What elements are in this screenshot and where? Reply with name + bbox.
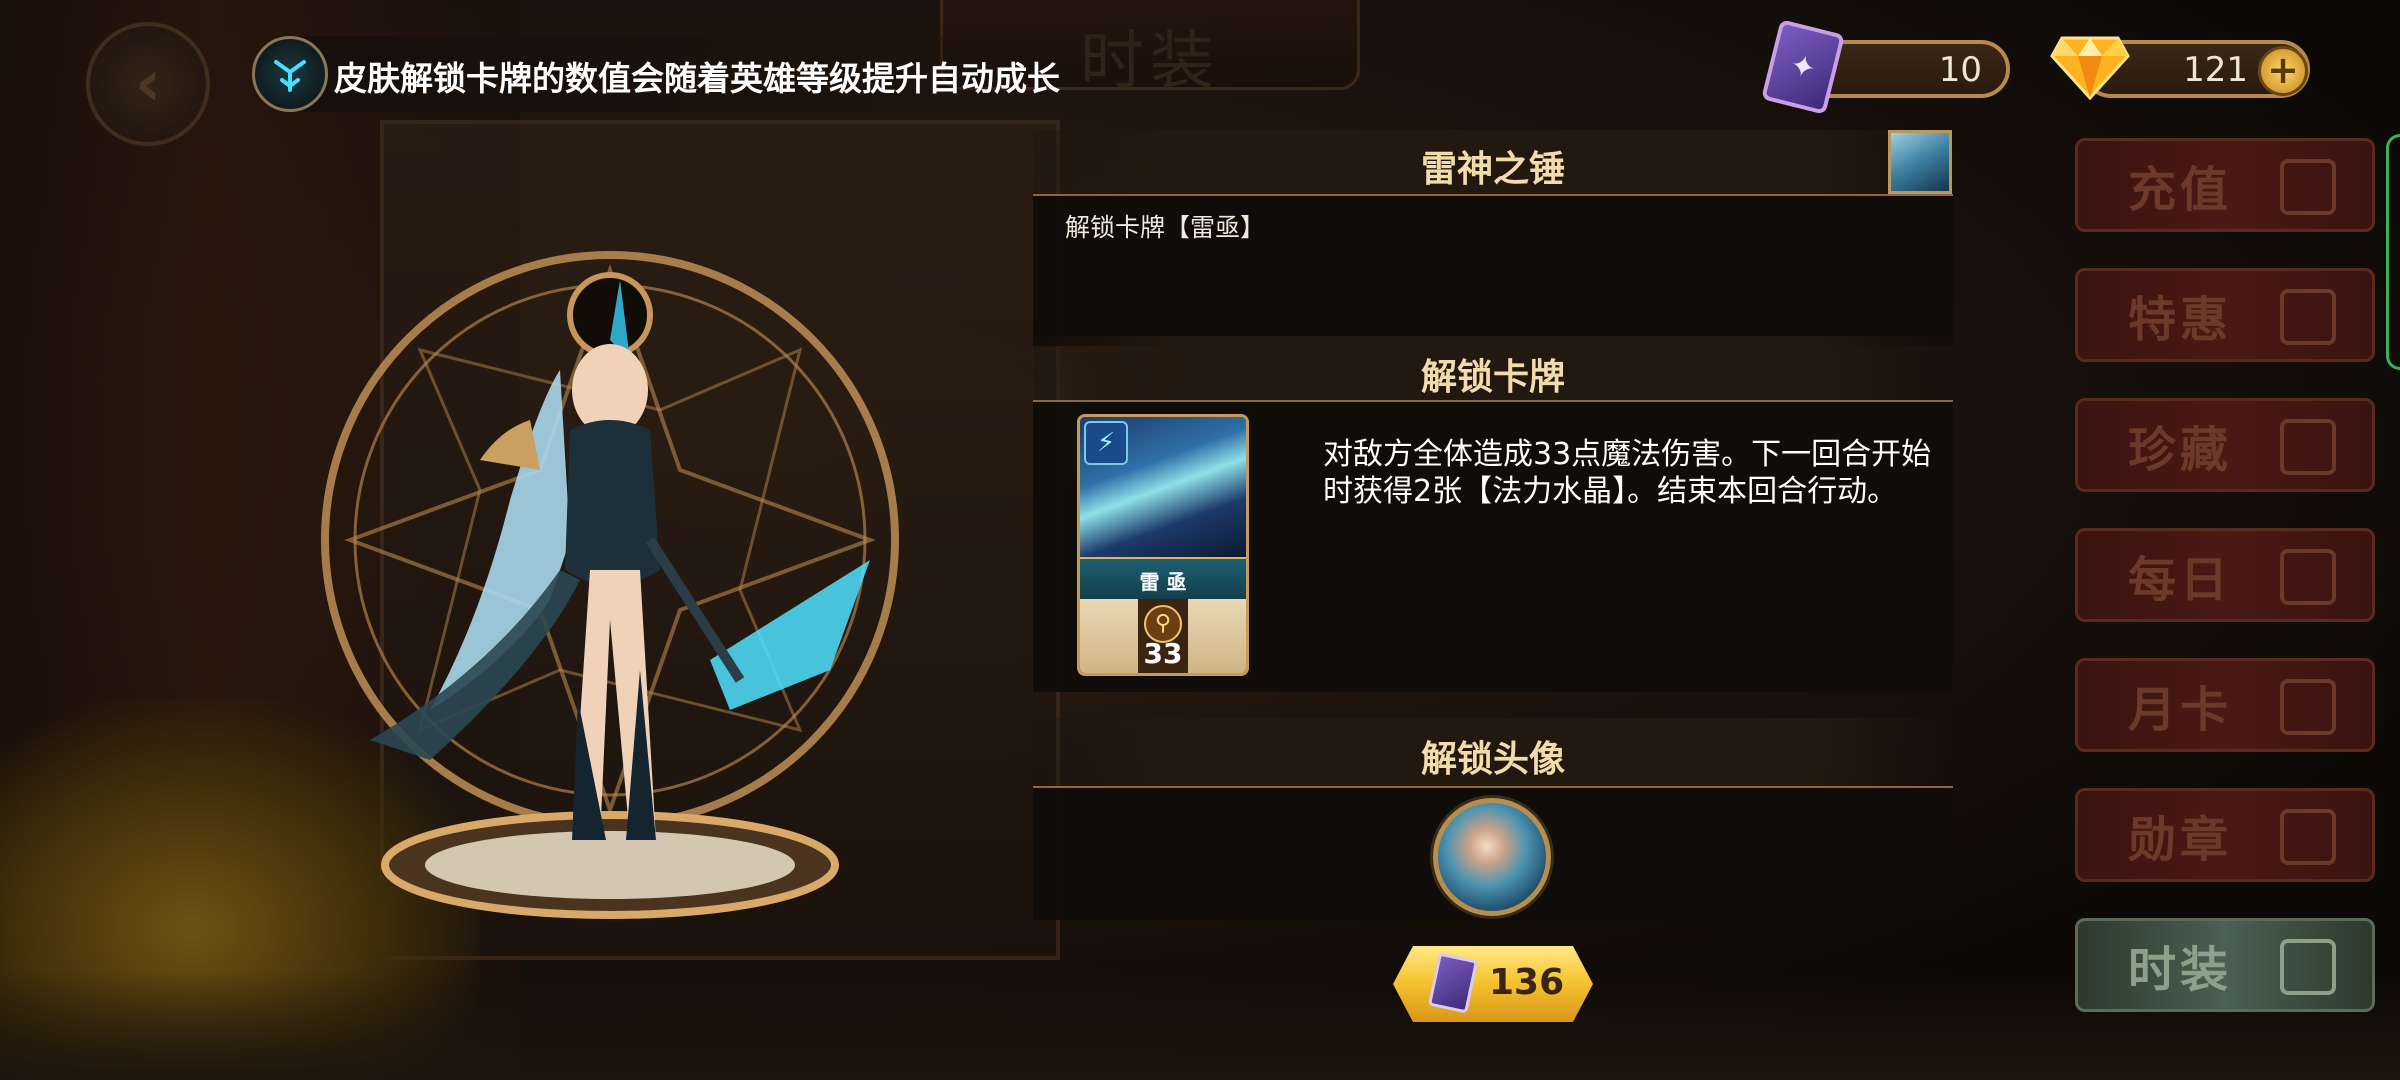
skill-card-name: 雷 亟	[1139, 570, 1187, 594]
gift-box-icon	[2280, 549, 2336, 605]
back-button[interactable]: ‹	[86, 22, 210, 146]
unlock-avatar-header: 解锁头像	[1033, 718, 1953, 788]
gem-currency-value: 121	[2183, 50, 2248, 90]
hero-portrait-thumbnail[interactable]	[1888, 130, 1952, 194]
tip-text: 皮肤解锁卡牌的数值会随着英雄等级提升自动成长	[334, 59, 1060, 98]
skin-unlock-summary: 解锁卡牌【雷亟】	[1065, 213, 1266, 242]
floor-decoration	[0, 970, 2400, 1080]
unlock-skin-button[interactable]: 136	[1393, 946, 1593, 1022]
rune-icon	[252, 36, 328, 112]
skill-card-description: 对敌方全体造成33点魔法伤害。下一回合开始时获得2张【法力水晶】。结束本回合行动…	[1323, 437, 1932, 509]
unlock-card-header: 解锁卡牌	[1033, 336, 1953, 402]
side-item-label: 时装	[2128, 942, 2233, 998]
side-item-medal[interactable]: 勋章	[2075, 788, 2375, 882]
gem-icon	[2050, 36, 2130, 100]
side-item-daily[interactable]: 每日	[2075, 528, 2375, 622]
unlock-price: 136	[1489, 962, 1565, 1003]
gift-icon	[2280, 289, 2336, 345]
side-item-collection[interactable]: 珍藏	[2075, 398, 2375, 492]
skill-card[interactable]: ⚡ 雷 亟 ⚲ 33	[1077, 414, 1249, 676]
side-item-label: 特惠	[2128, 292, 2233, 348]
skin-name-header: 雷神之锤	[1033, 130, 1953, 196]
skill-card-name-band: 雷 亟	[1080, 557, 1246, 599]
hero-skin-artwork	[321, 251, 899, 919]
side-item-special-offer[interactable]: 特惠	[2075, 268, 2375, 362]
lightning-icon: ⚡	[1084, 421, 1128, 465]
side-item-recharge[interactable]: 充值	[2075, 138, 2375, 232]
side-item-label: 勋章	[2128, 812, 2233, 868]
tip-banner: 皮肤解锁卡牌的数值会随着英雄等级提升自动成长	[252, 36, 1060, 112]
unlock-avatar-body	[1033, 788, 1953, 920]
side-item-label: 每日	[2128, 552, 2233, 608]
side-item-label: 珍藏	[2128, 422, 2233, 478]
diamond-icon	[2280, 159, 2336, 215]
back-arrow-icon: ‹	[134, 47, 162, 121]
card-currency-value: 10	[1938, 50, 1982, 90]
side-item-monthly-card[interactable]: 月卡	[2075, 658, 2375, 752]
side-tab-edge	[2386, 134, 2400, 370]
skin-info-panel: 雷神之锤 解锁卡牌【雷亟】 解锁卡牌 ⚡ 雷 亟 ⚲ 33 对敌方全体造成33点…	[1033, 130, 1953, 920]
skin-card-currency-icon	[1427, 952, 1479, 1014]
side-item-skins[interactable]: 时装	[2075, 918, 2375, 1012]
skill-card-value: 33	[1143, 637, 1183, 670]
hero-avatar[interactable]	[1433, 798, 1551, 916]
skin-name: 雷神之锤	[1420, 149, 1565, 190]
skin-summary-body: 解锁卡牌【雷亟】	[1033, 196, 1953, 346]
unlock-card-body: ⚡ 雷 亟 ⚲ 33 对敌方全体造成33点魔法伤害。下一回合开始时获得2张【法力…	[1033, 402, 1953, 692]
medal-icon	[2280, 809, 2336, 865]
add-gems-button[interactable]: +	[2258, 46, 2308, 96]
crown-icon	[2280, 419, 2336, 475]
side-item-label: 充值	[2128, 162, 2233, 218]
unlock-card-title: 解锁卡牌	[1420, 357, 1565, 398]
unlock-avatar-title: 解锁头像	[1420, 739, 1565, 780]
side-item-label: 月卡	[2128, 682, 2233, 738]
skill-card-footer: ⚲ 33	[1080, 599, 1246, 673]
shirt-icon	[2280, 939, 2336, 995]
card-icon	[2280, 679, 2336, 735]
